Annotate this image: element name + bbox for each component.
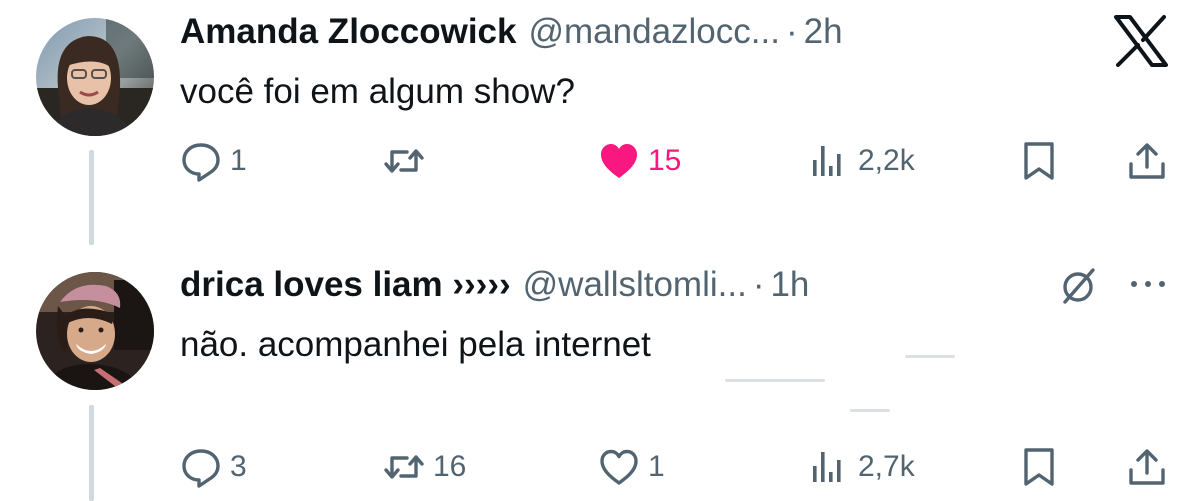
views-button[interactable]: 2,2k	[808, 140, 915, 182]
separator-dot: ·	[785, 12, 798, 51]
avatar-image-drica	[36, 272, 154, 390]
like-button[interactable]: 1	[598, 446, 665, 488]
retweet-count: 16	[433, 450, 467, 483]
reply-count: 3	[230, 450, 247, 483]
views-count: 2,7k	[858, 450, 915, 483]
display-name[interactable]: drica loves liam ›››››	[180, 265, 511, 305]
bookmark-icon	[1024, 448, 1054, 486]
heart-filled-icon	[601, 144, 637, 178]
reply-icon	[182, 143, 220, 182]
user-handle[interactable]: @mandazlocc...	[528, 12, 779, 52]
views-count: 2,2k	[858, 144, 915, 177]
display-name[interactable]: Amanda Zloccowick	[180, 12, 516, 52]
tweet-header: drica loves liam ››››› @wallsltomli... ·…	[180, 265, 809, 305]
tweet-header: Amanda Zloccowick @mandazlocc... · 2h	[180, 12, 843, 52]
thread-line-bottom	[89, 405, 94, 501]
bookmark-button[interactable]	[1018, 140, 1060, 182]
timestamp[interactable]: 1h	[770, 265, 809, 305]
avatar[interactable]	[36, 272, 154, 390]
grok-icon[interactable]	[1055, 264, 1101, 310]
share-icon	[1129, 449, 1165, 485]
bookmark-icon	[1024, 142, 1054, 180]
reply-count: 1	[230, 144, 247, 177]
x-logo-icon[interactable]	[1112, 14, 1170, 68]
views-button[interactable]: 2,7k	[808, 446, 915, 488]
image-artifact	[725, 379, 825, 382]
thread-line-top	[89, 150, 94, 245]
views-icon	[813, 146, 841, 176]
image-artifact	[850, 409, 890, 412]
reply-button[interactable]: 3	[180, 446, 247, 488]
more-dots-icon[interactable]	[1126, 276, 1170, 292]
timestamp[interactable]: 2h	[804, 12, 843, 52]
tweet-text: você foi em algum show?	[180, 72, 575, 111]
share-icon	[1129, 143, 1165, 179]
user-handle[interactable]: @wallsltomli...	[523, 265, 747, 305]
share-button[interactable]	[1126, 446, 1168, 488]
like-count: 1	[648, 450, 665, 483]
reply-button[interactable]: 1	[180, 140, 247, 182]
reply-icon	[182, 449, 220, 488]
retweet-icon	[384, 455, 424, 479]
retweet-button[interactable]	[383, 140, 433, 182]
separator-dot: ·	[752, 265, 765, 304]
image-artifact	[905, 355, 955, 358]
views-icon	[813, 452, 841, 482]
avatar-image-amanda	[36, 18, 154, 136]
avatar[interactable]	[36, 18, 154, 136]
tweet-actions: 1 15 2,2k	[180, 140, 1170, 190]
heart-outline-icon	[600, 449, 638, 485]
like-button[interactable]: 15	[598, 140, 681, 182]
retweet-button[interactable]: 16	[383, 446, 466, 488]
share-button[interactable]	[1126, 140, 1168, 182]
retweet-icon	[384, 149, 424, 173]
tweet-text: não. acompanhei pela internet	[180, 325, 651, 364]
bookmark-button[interactable]	[1018, 446, 1060, 488]
like-count: 15	[648, 144, 682, 177]
tweet-actions: 3 16 1 2,7k	[180, 446, 1170, 496]
